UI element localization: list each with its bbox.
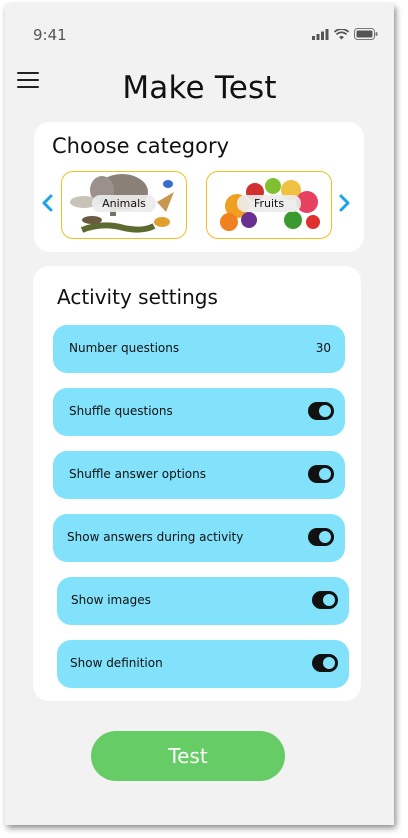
battery-icon xyxy=(354,28,378,40)
setting-show-images[interactable]: Show images xyxy=(57,577,349,625)
chevron-left-icon[interactable] xyxy=(41,194,55,212)
status-time: 9:41 xyxy=(33,26,67,44)
category-card: Choose category Animals Fruits xyxy=(34,122,364,252)
chevron-right-icon[interactable] xyxy=(337,194,351,212)
page-title: Make Test xyxy=(122,70,277,106)
category-label-fruits: Fruits xyxy=(237,195,301,212)
setting-label: Number questions xyxy=(69,341,180,355)
category-label-animals: Animals xyxy=(92,195,156,212)
category-tile-animals[interactable]: Animals xyxy=(61,171,187,239)
setting-shuffle-answer-options[interactable]: Shuffle answer options xyxy=(53,451,345,499)
wifi-icon xyxy=(334,28,349,39)
category-title: Choose category xyxy=(52,134,230,158)
settings-card: Activity settings Number questions 30 Sh… xyxy=(33,266,361,701)
show-answers-toggle[interactable] xyxy=(308,528,334,546)
setting-number-questions[interactable]: Number questions 30 xyxy=(53,325,345,373)
setting-label: Show answers during activity xyxy=(67,530,244,544)
category-tile-fruits[interactable]: Fruits xyxy=(206,171,332,239)
show-definition-toggle[interactable] xyxy=(312,654,338,672)
show-images-toggle[interactable] xyxy=(312,591,338,609)
test-button[interactable]: Test xyxy=(91,731,285,781)
setting-show-answers[interactable]: Show answers during activity xyxy=(53,514,345,562)
setting-show-definition[interactable]: Show definition xyxy=(57,640,349,688)
settings-title: Activity settings xyxy=(57,285,218,309)
phone-screen: 9:41 Make Test Choose category Animals F… xyxy=(5,4,394,825)
setting-label: Shuffle questions xyxy=(69,404,173,418)
number-questions-value: 30 xyxy=(315,341,331,355)
signal-icon xyxy=(312,28,329,40)
setting-label: Shuffle answer options xyxy=(69,467,206,481)
setting-label: Show definition xyxy=(70,656,163,670)
setting-label: Show images xyxy=(71,593,151,607)
setting-shuffle-questions[interactable]: Shuffle questions xyxy=(53,388,345,436)
status-icons xyxy=(312,28,378,40)
shuffle-questions-toggle[interactable] xyxy=(308,402,334,420)
shuffle-answers-toggle[interactable] xyxy=(308,465,334,483)
